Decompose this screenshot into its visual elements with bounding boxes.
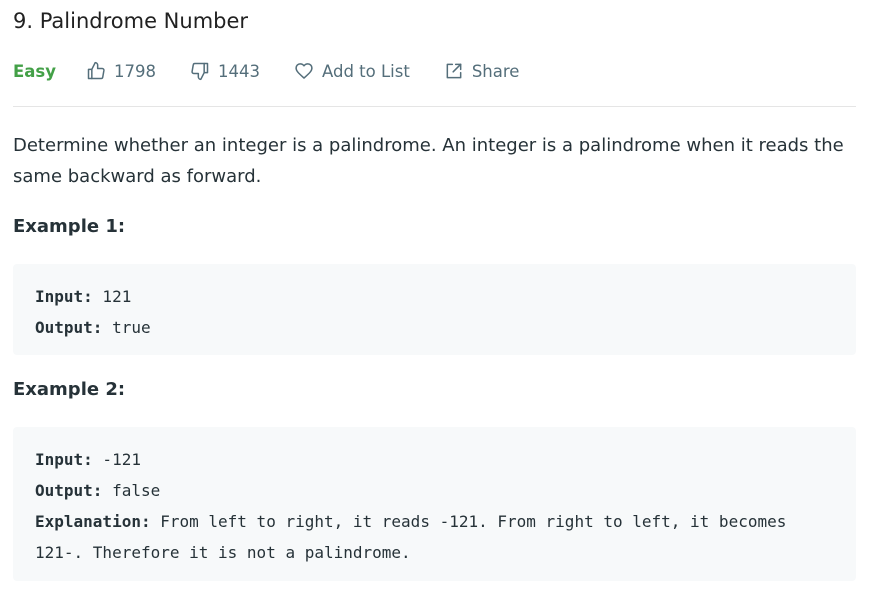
problem-description: Determine whether an integer is a palind… [13, 135, 844, 187]
header-divider [13, 106, 856, 107]
problem-page: 9. Palindrome Number Easy 1798 1443 Add … [0, 0, 878, 606]
example-2-explanation-key: Explanation: [35, 512, 151, 531]
example-2-output-key: Output: [35, 481, 103, 500]
example-2-input-line: Input: -121 [35, 444, 834, 475]
example-1-input-value: 121 [92, 287, 132, 306]
like-button[interactable]: 1798 [86, 61, 156, 81]
example-1-output-line: Output: true [35, 312, 834, 343]
example-2-output-value: false [102, 481, 161, 500]
share-button[interactable]: Share [444, 61, 520, 81]
example-1-input-line: Input: 121 [35, 281, 834, 312]
example-2-heading: Example 2: [13, 379, 126, 400]
example-2-input-key: Input: [35, 450, 93, 469]
example-2-box: Input: -121 Output: false Explanation: F… [13, 427, 856, 581]
problem-title: 9. Palindrome Number [13, 9, 249, 33]
problem-meta-bar: Easy 1798 1443 Add to List Share [13, 58, 553, 84]
add-to-list-button[interactable]: Add to List [294, 61, 410, 81]
difficulty-badge: Easy [13, 61, 56, 81]
example-1-box: Input: 121 Output: true [13, 264, 856, 355]
dislike-count: 1443 [217, 61, 260, 81]
like-count: 1798 [113, 61, 156, 81]
share-icon [444, 61, 464, 81]
dislike-button[interactable]: 1443 [190, 61, 260, 81]
example-2-output-line: Output: false [35, 475, 834, 506]
example-1-output-value: true [102, 318, 151, 337]
example-1-output-key: Output: [35, 318, 103, 337]
thumbs-up-icon [86, 61, 106, 81]
add-to-list-label: Add to List [321, 61, 410, 81]
share-label: Share [471, 61, 520, 81]
example-1-input-key: Input: [35, 287, 93, 306]
example-2-explanation-line: Explanation: From left to right, it read… [35, 506, 834, 568]
example-1-heading: Example 1: [13, 216, 126, 237]
heart-icon [294, 61, 314, 81]
thumbs-down-icon [190, 61, 210, 81]
example-2-input-value: -121 [92, 450, 141, 469]
